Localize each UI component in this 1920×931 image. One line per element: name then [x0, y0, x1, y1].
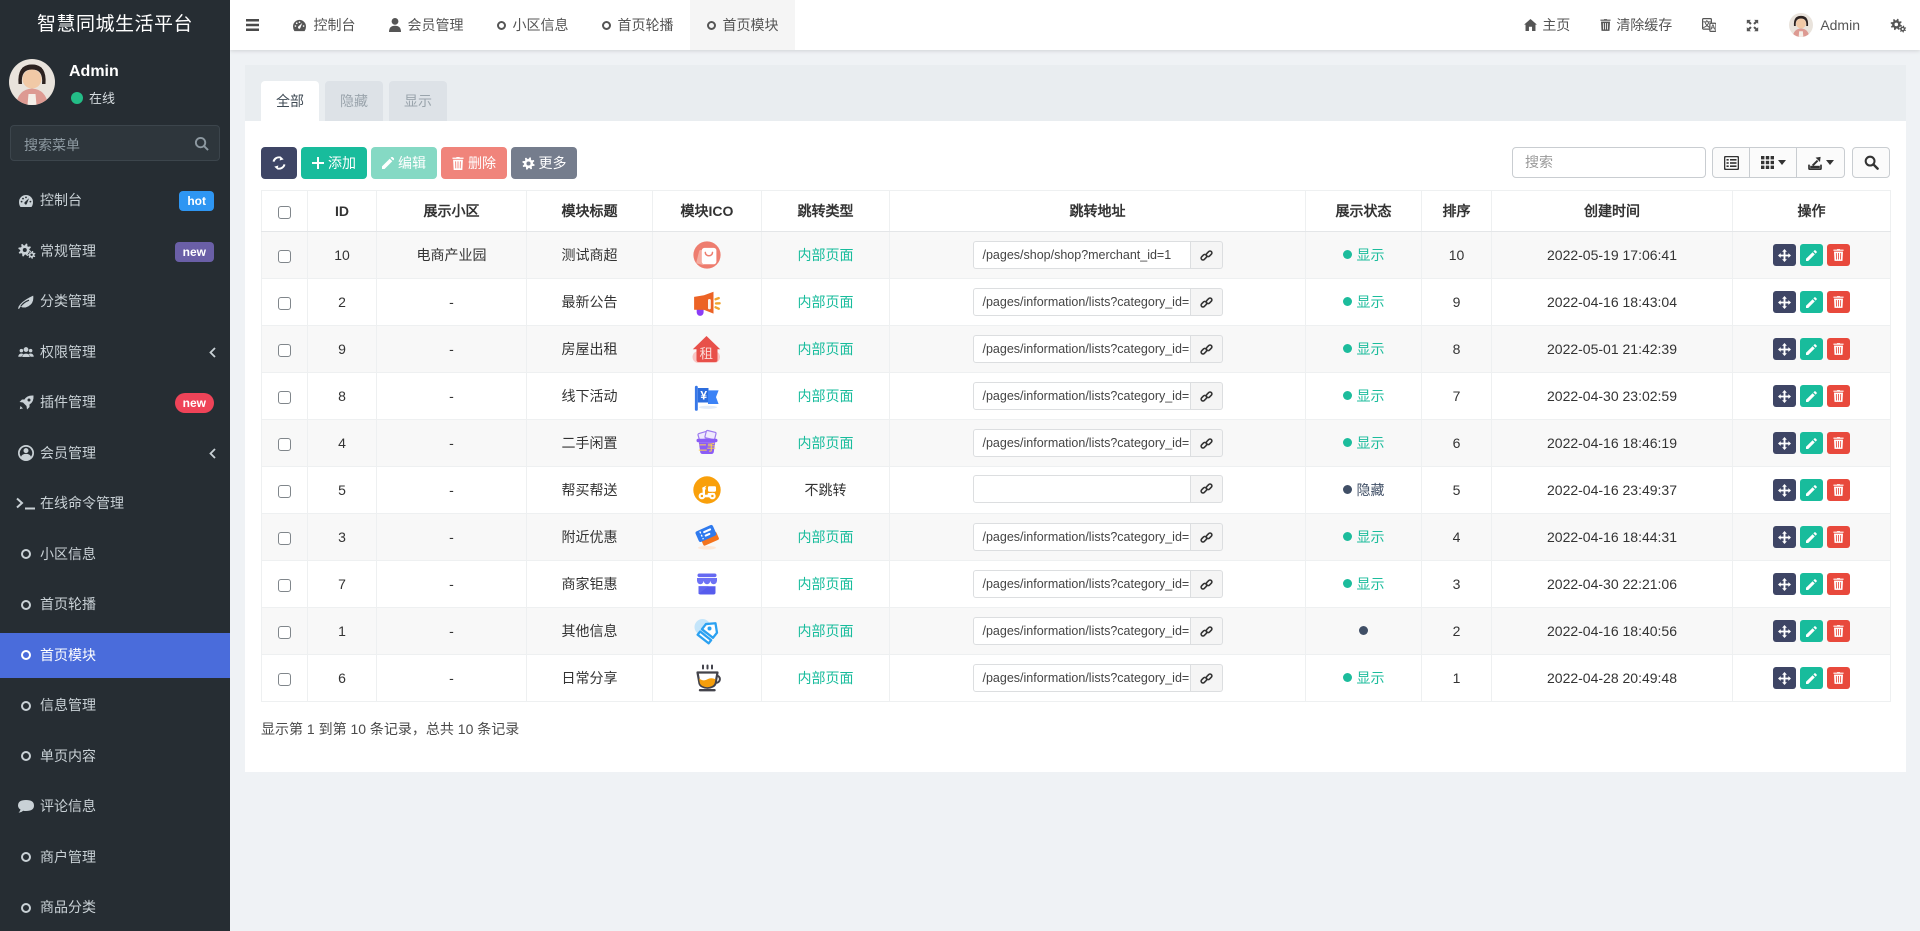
svg-text:租: 租 — [699, 346, 713, 361]
svg-text:二手: 二手 — [698, 443, 716, 453]
svg-text:A: A — [1711, 25, 1716, 32]
svg-text:¥: ¥ — [700, 388, 707, 402]
